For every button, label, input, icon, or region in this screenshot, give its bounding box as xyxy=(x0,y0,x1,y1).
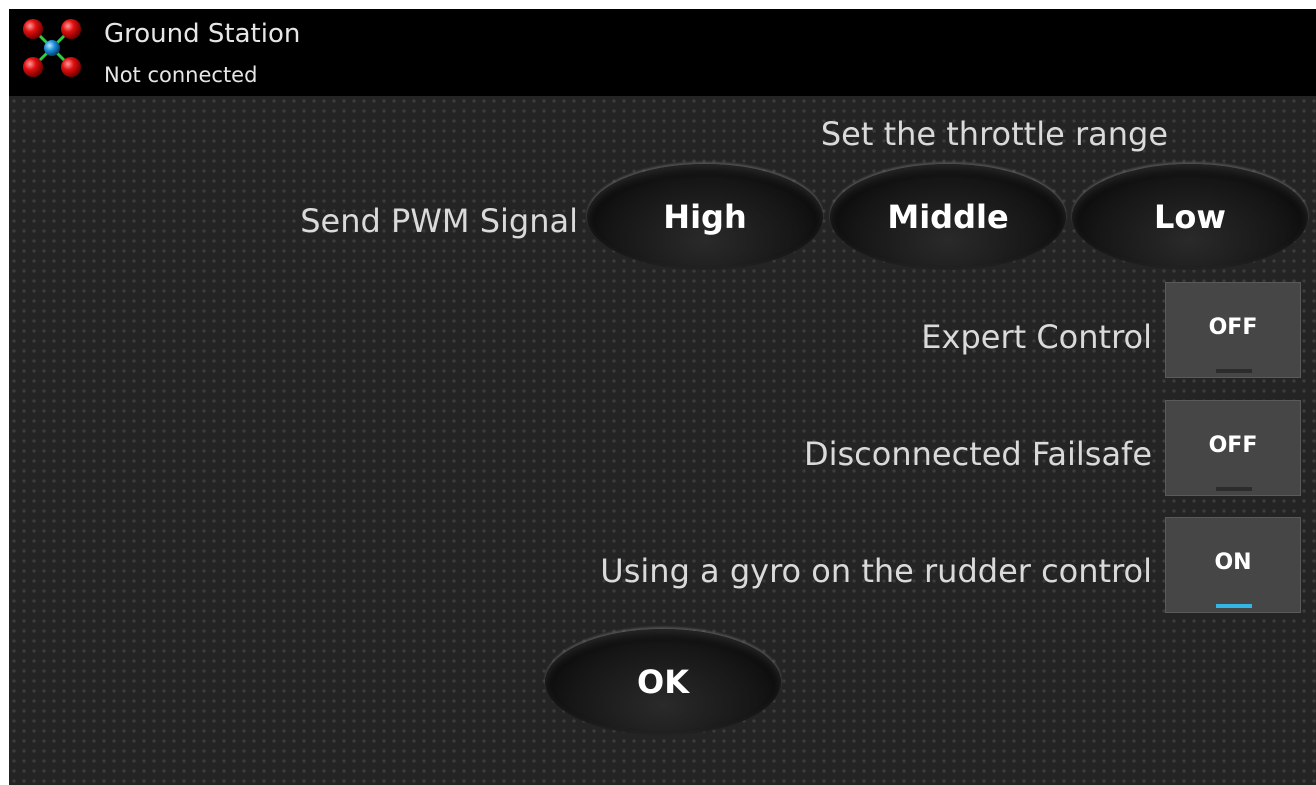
pwm-low-label: Low xyxy=(1154,198,1226,236)
quadcopter-icon xyxy=(23,19,81,77)
title-bar: Ground Station Not connected xyxy=(9,9,1316,96)
expert-control-toggle[interactable]: OFF xyxy=(1165,282,1301,378)
ok-label: OK xyxy=(637,663,689,701)
toggle-indicator xyxy=(1216,604,1252,608)
disconnected-failsafe-label: Disconnected Failsafe xyxy=(803,435,1152,473)
ok-button[interactable]: OK xyxy=(545,629,781,735)
pwm-signal-label: Send PWM Signal xyxy=(300,202,578,240)
connection-status: Not connected xyxy=(104,63,258,87)
expert-control-state: OFF xyxy=(1208,315,1258,340)
toggle-indicator xyxy=(1216,369,1252,373)
expert-control-label: Expert Control xyxy=(921,318,1152,356)
toggle-indicator xyxy=(1216,487,1252,491)
pwm-high-button[interactable]: High xyxy=(587,164,823,270)
throttle-range-heading: Set the throttle range xyxy=(820,115,1168,153)
rudder-gyro-toggle[interactable]: ON xyxy=(1165,517,1301,613)
disconnected-failsafe-toggle[interactable]: OFF xyxy=(1165,400,1301,496)
pwm-middle-button[interactable]: Middle xyxy=(830,164,1066,270)
disconnected-failsafe-state: OFF xyxy=(1208,433,1258,458)
pwm-middle-label: Middle xyxy=(887,198,1009,236)
rudder-gyro-label: Using a gyro on the rudder control xyxy=(600,552,1152,590)
app-title: Ground Station xyxy=(104,19,301,49)
rudder-gyro-state: ON xyxy=(1214,550,1252,575)
settings-panel: Set the throttle range Send PWM Signal H… xyxy=(9,96,1316,785)
pwm-low-button[interactable]: Low xyxy=(1072,164,1308,270)
pwm-high-label: High xyxy=(663,198,747,236)
